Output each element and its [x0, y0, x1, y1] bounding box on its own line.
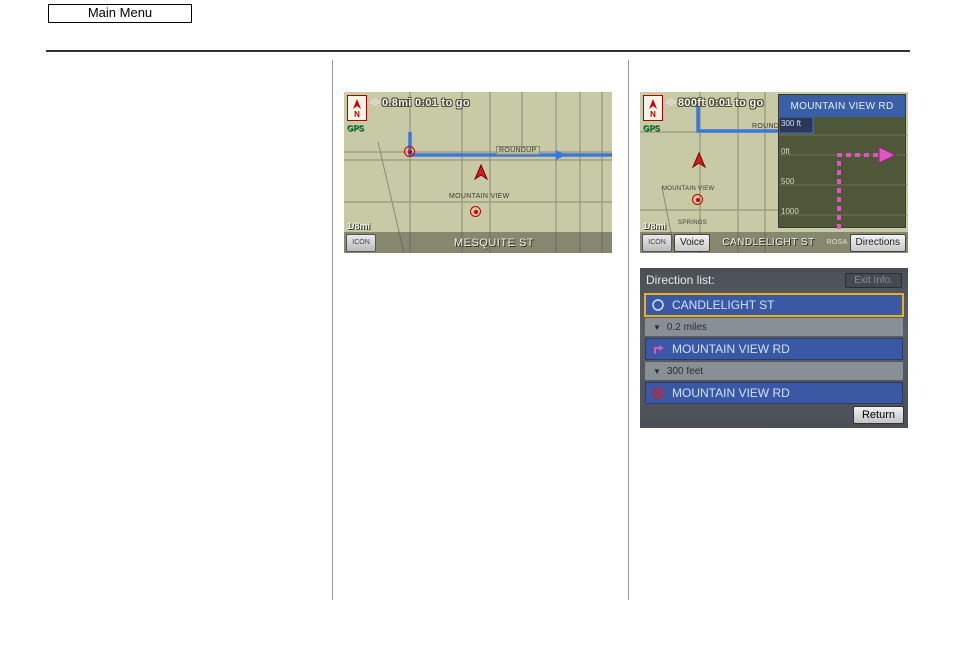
direction-distance-label: 0.2 miles — [667, 322, 707, 333]
road-label: ROUND — [752, 123, 779, 130]
waypoint-icon — [648, 295, 668, 315]
road-label: MOUNTAIN VIEW — [449, 193, 510, 200]
direction-list-item[interactable]: CANDLELIGHT ST — [645, 294, 903, 316]
map-bottom-bar: ICON Voice CANDLELIGHT ST ROSA Direction… — [640, 232, 908, 253]
direction-distance-row: ▼ 0.2 miles — [645, 318, 903, 336]
map-overview-panel[interactable]: ROUNDUP MOUNTAIN VIEW N GPS 0.8mi 0:01 t… — [344, 92, 612, 253]
map-guidance-panel[interactable]: ROUND MOUNTAIN VIEW SPRINGS N GPS 800ft … — [640, 92, 908, 253]
poi-marker-icon — [470, 206, 481, 217]
satellite-icon — [665, 96, 677, 111]
icon-button[interactable]: ICON — [642, 234, 672, 252]
chevron-down-icon: ▼ — [653, 367, 661, 376]
turn-preview-panel: MOUNTAIN VIEW RD 300 ft 0ft 500 1000 — [778, 94, 906, 228]
map-scale-label: 1/8mi — [643, 221, 666, 231]
distance-tick: 300 ft — [779, 119, 807, 128]
map-bottom-bar: ICON MESQUITE ST — [344, 232, 612, 253]
column-divider — [628, 60, 629, 600]
direction-item-label: MOUNTAIN VIEW RD — [672, 386, 790, 400]
direction-list-header: Direction list: Exit Info. — [640, 268, 908, 292]
satellite-icon — [369, 96, 381, 111]
direction-distance-label: 300 feet — [667, 366, 703, 377]
distance-tick: 0ft — [779, 147, 807, 156]
compass-icon[interactable]: N — [347, 95, 367, 121]
poi-marker-icon — [692, 194, 703, 205]
gps-indicator: GPS — [347, 124, 364, 133]
turn-preview-title: MOUNTAIN VIEW RD — [779, 95, 905, 117]
road-label: ROSA — [826, 239, 847, 246]
direction-item-label: CANDLELIGHT ST — [672, 298, 774, 312]
road-label: MOUNTAIN VIEW — [662, 186, 714, 192]
horizontal-rule — [46, 50, 910, 52]
icon-button[interactable]: ICON — [346, 234, 376, 252]
compass-label: N — [650, 110, 656, 119]
current-position-icon — [474, 164, 488, 180]
chevron-down-icon: ▼ — [653, 323, 661, 332]
direction-list-title: Direction list: — [646, 273, 715, 287]
direction-list-item[interactable]: MOUNTAIN VIEW RD — [645, 338, 903, 360]
direction-list-panel: Direction list: Exit Info. CANDLELIGHT S… — [640, 268, 908, 428]
voice-button[interactable]: Voice — [674, 234, 710, 252]
directions-button[interactable]: Directions — [850, 234, 906, 252]
distance-tick: 1000 — [779, 207, 807, 216]
turn-icon — [648, 339, 668, 359]
exit-info-button: Exit Info. — [845, 273, 902, 288]
main-menu-button[interactable]: Main Menu — [48, 4, 192, 23]
poi-marker-icon — [404, 146, 415, 157]
destination-icon — [648, 383, 668, 403]
direction-item-label: MOUNTAIN VIEW RD — [672, 342, 790, 356]
gps-indicator: GPS — [643, 124, 660, 133]
distance-to-go-label: 0.8mi 0:01 to go — [382, 97, 470, 109]
column-divider — [332, 60, 333, 600]
current-street-label: MESQUITE ST — [376, 237, 612, 249]
direction-list-item[interactable]: MOUNTAIN VIEW RD — [645, 382, 903, 404]
direction-distance-row: ▼ 300 feet — [645, 362, 903, 380]
current-position-icon — [692, 152, 706, 168]
map-scale-label: 1/8mi — [347, 221, 370, 231]
road-label: ROUNDUP — [496, 146, 540, 155]
compass-icon[interactable]: N — [643, 95, 663, 121]
current-street-label: CANDLELIGHT ST — [710, 237, 826, 248]
distance-to-go-label: 800ft 0:01 to go — [678, 97, 763, 109]
return-button[interactable]: Return — [853, 406, 904, 424]
compass-label: N — [354, 110, 360, 119]
road-label: SPRINGS — [678, 220, 707, 226]
distance-tick: 500 — [779, 177, 807, 186]
